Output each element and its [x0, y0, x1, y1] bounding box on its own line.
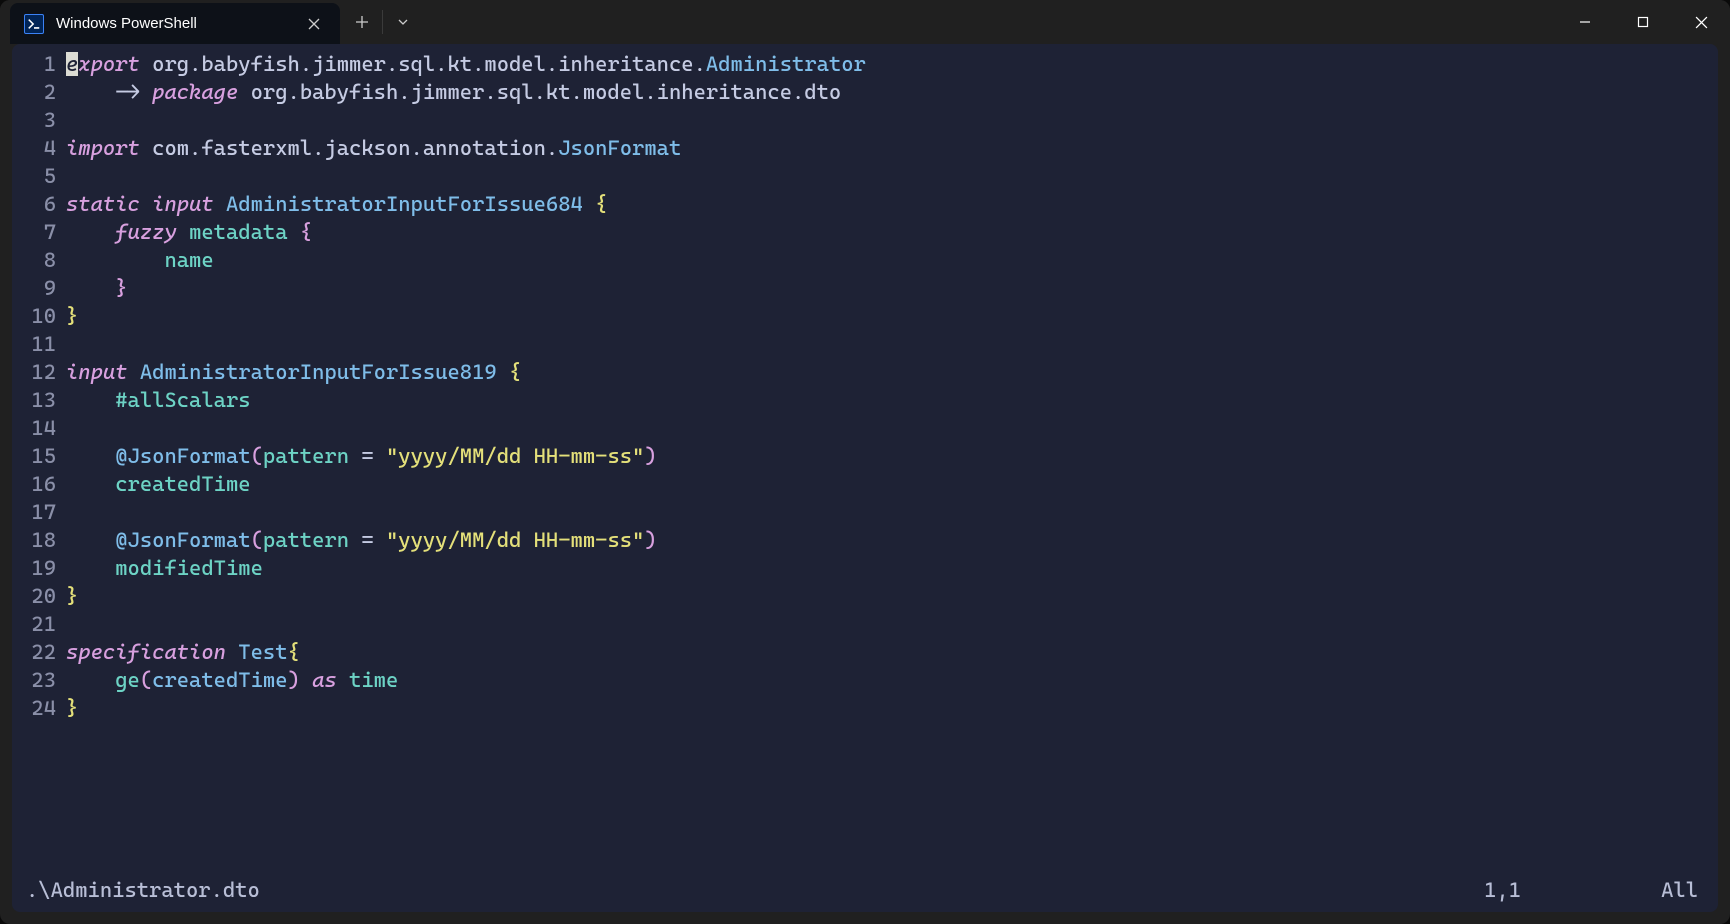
code-line[interactable]: @JsonFormat(pattern = "yyyy/MM/dd HH-mm-… [66, 526, 866, 554]
tab-powershell[interactable]: Windows PowerShell [10, 3, 340, 44]
line-number: 23 [18, 666, 56, 694]
powershell-icon [24, 14, 44, 34]
line-number: 5 [18, 162, 56, 190]
code-area: 123456789101112131415161718192021222324 … [18, 50, 1704, 722]
code-line[interactable]: } [66, 274, 866, 302]
code-content[interactable]: export org.babyfish.jimmer.sql.kt.model.… [66, 50, 866, 722]
code-line[interactable] [66, 330, 866, 358]
code-line[interactable] [66, 498, 866, 526]
line-number: 1 [18, 50, 56, 78]
code-line[interactable]: name [66, 246, 866, 274]
code-line[interactable]: static input AdministratorInputForIssue6… [66, 190, 866, 218]
line-number: 13 [18, 386, 56, 414]
code-line[interactable]: @JsonFormat(pattern = "yyyy/MM/dd HH-mm-… [66, 442, 866, 470]
line-number: 10 [18, 302, 56, 330]
maximize-button[interactable] [1614, 0, 1672, 44]
line-number: 6 [18, 190, 56, 218]
line-number: 8 [18, 246, 56, 274]
close-button[interactable] [1672, 0, 1730, 44]
code-line[interactable]: import com.fasterxml.jackson.annotation.… [66, 134, 866, 162]
code-line[interactable] [66, 414, 866, 442]
line-number: 14 [18, 414, 56, 442]
line-number: 7 [18, 218, 56, 246]
titlebar[interactable]: Windows PowerShell [0, 0, 1730, 44]
code-line[interactable]: export org.babyfish.jimmer.sql.kt.model.… [66, 50, 866, 78]
new-tab-button[interactable] [342, 0, 382, 44]
code-line[interactable]: createdTime [66, 470, 866, 498]
code-line[interactable]: specification Test{ [66, 638, 866, 666]
code-line[interactable]: ge(createdTime) as time [66, 666, 866, 694]
status-scroll: All [1661, 876, 1698, 904]
code-line[interactable]: } [66, 694, 866, 722]
line-number: 4 [18, 134, 56, 162]
code-line[interactable]: modifiedTime [66, 554, 866, 582]
minimize-button[interactable] [1556, 0, 1614, 44]
line-number: 18 [18, 526, 56, 554]
code-line[interactable]: } [66, 582, 866, 610]
line-number: 9 [18, 274, 56, 302]
tab-dropdown-button[interactable] [382, 10, 422, 34]
tab-close-button[interactable] [302, 12, 326, 36]
code-line[interactable]: #allScalars [66, 386, 866, 414]
line-number: 19 [18, 554, 56, 582]
line-number: 17 [18, 498, 56, 526]
code-line[interactable]: fuzzy metadata { [66, 218, 866, 246]
line-number: 21 [18, 610, 56, 638]
line-number: 3 [18, 106, 56, 134]
code-line[interactable] [66, 610, 866, 638]
code-line[interactable]: } [66, 302, 866, 330]
terminal-body[interactable]: 123456789101112131415161718192021222324 … [12, 44, 1718, 912]
line-number: 16 [18, 470, 56, 498]
line-number: 20 [18, 582, 56, 610]
vim-statusbar: .\Administrator.dto 1,1 All [26, 876, 1698, 904]
code-line[interactable] [66, 162, 866, 190]
code-line[interactable]: input AdministratorInputForIssue819 { [66, 358, 866, 386]
code-line[interactable]: -> package org.babyfish.jimmer.sql.kt.mo… [66, 78, 866, 106]
line-number: 12 [18, 358, 56, 386]
code-line[interactable] [66, 106, 866, 134]
line-number: 22 [18, 638, 56, 666]
titlebar-drag-area[interactable] [422, 0, 1556, 44]
line-number: 15 [18, 442, 56, 470]
line-number: 24 [18, 694, 56, 722]
line-number-gutter: 123456789101112131415161718192021222324 [18, 50, 66, 722]
tab-title: Windows PowerShell [56, 15, 302, 32]
status-filename: .\Administrator.dto [26, 876, 260, 904]
status-cursor-pos: 1,1 [1484, 876, 1521, 904]
line-number: 11 [18, 330, 56, 358]
line-number: 2 [18, 78, 56, 106]
terminal-window: Windows PowerShell 12345678910111213 [0, 0, 1730, 924]
window-controls [1556, 0, 1730, 44]
